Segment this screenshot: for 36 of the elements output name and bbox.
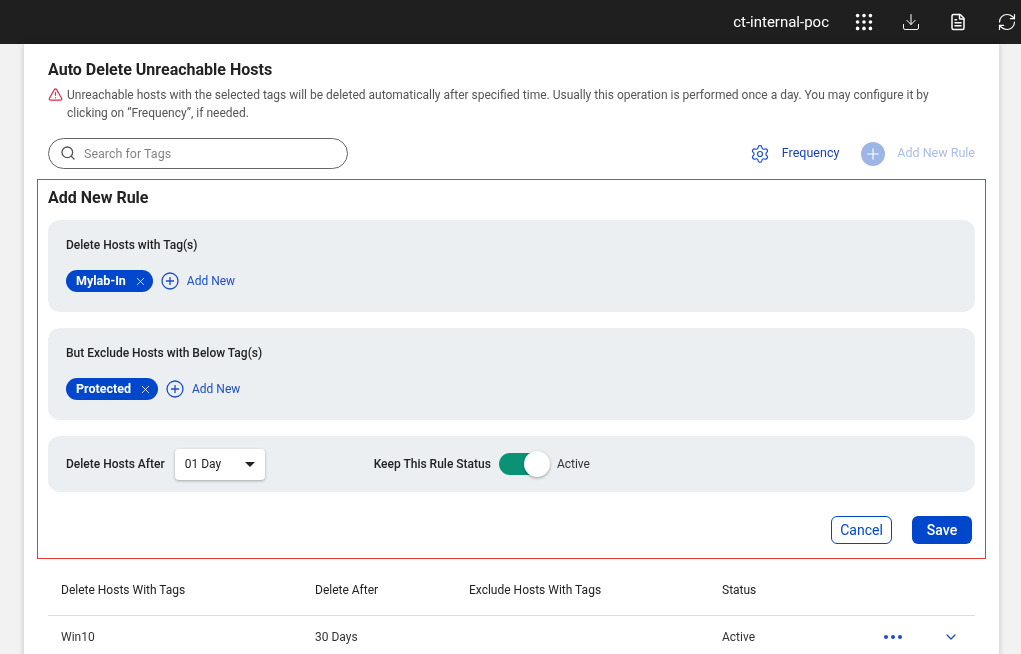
status-label: Keep This Rule Status	[373, 456, 491, 473]
status-value: Active	[556, 456, 590, 473]
add-new-button[interactable]: Add New	[166, 380, 241, 398]
form-title: Add New Rule	[48, 187, 150, 209]
delete-after-dropdown[interactable]: 01 Day	[174, 448, 265, 480]
save-button[interactable]: Save	[912, 516, 972, 544]
tag-label: Protected	[76, 379, 131, 398]
apps-grid-icon[interactable]	[853, 11, 875, 33]
refresh-icon[interactable]	[997, 12, 1017, 32]
download-icon[interactable]	[901, 12, 921, 32]
account-name: ct-internal-poc	[733, 11, 829, 33]
delete-after-label: Delete Hosts After	[66, 456, 165, 473]
table-cell-text: Win10	[61, 629, 95, 646]
cancel-button[interactable]: Cancel	[831, 516, 892, 544]
column-header: Status	[722, 582, 757, 599]
section-label: But Exclude Hosts with Below Tag(s)	[66, 345, 264, 362]
document-icon[interactable]	[949, 13, 967, 31]
column-header: Exclude Hosts With Tags	[469, 582, 602, 599]
search-icon	[60, 145, 76, 161]
gear-icon	[749, 143, 770, 164]
plus-circle-icon	[166, 380, 184, 398]
column-header: Delete Hosts With Tags	[61, 582, 186, 599]
table-cell-text: Active	[722, 629, 756, 646]
add-new-button[interactable]: Add New	[160, 272, 236, 290]
search-field[interactable]: Search for Tags	[48, 138, 348, 169]
tag-label: Mylab-In	[76, 271, 126, 290]
status-toggle[interactable]	[498, 453, 549, 475]
table-cell-text: 30 Days	[315, 629, 358, 646]
frequency-button[interactable]: Frequency	[749, 143, 840, 164]
notice-text: Unreachable hosts with the selected tags will be deleted automatically after specified time. Usually this operation is performed once a day. You may configure it by clicking on “Frequency”, if needed.	[67, 87, 930, 122]
page-title: Auto Delete Unreachable Hosts	[48, 59, 274, 81]
column-header: Delete After	[315, 582, 379, 599]
warning-icon	[48, 87, 63, 102]
plus-circle-icon	[160, 272, 179, 290]
section-label: Delete Hosts with Tag(s)	[66, 237, 199, 254]
caret-icon	[244, 461, 255, 467]
